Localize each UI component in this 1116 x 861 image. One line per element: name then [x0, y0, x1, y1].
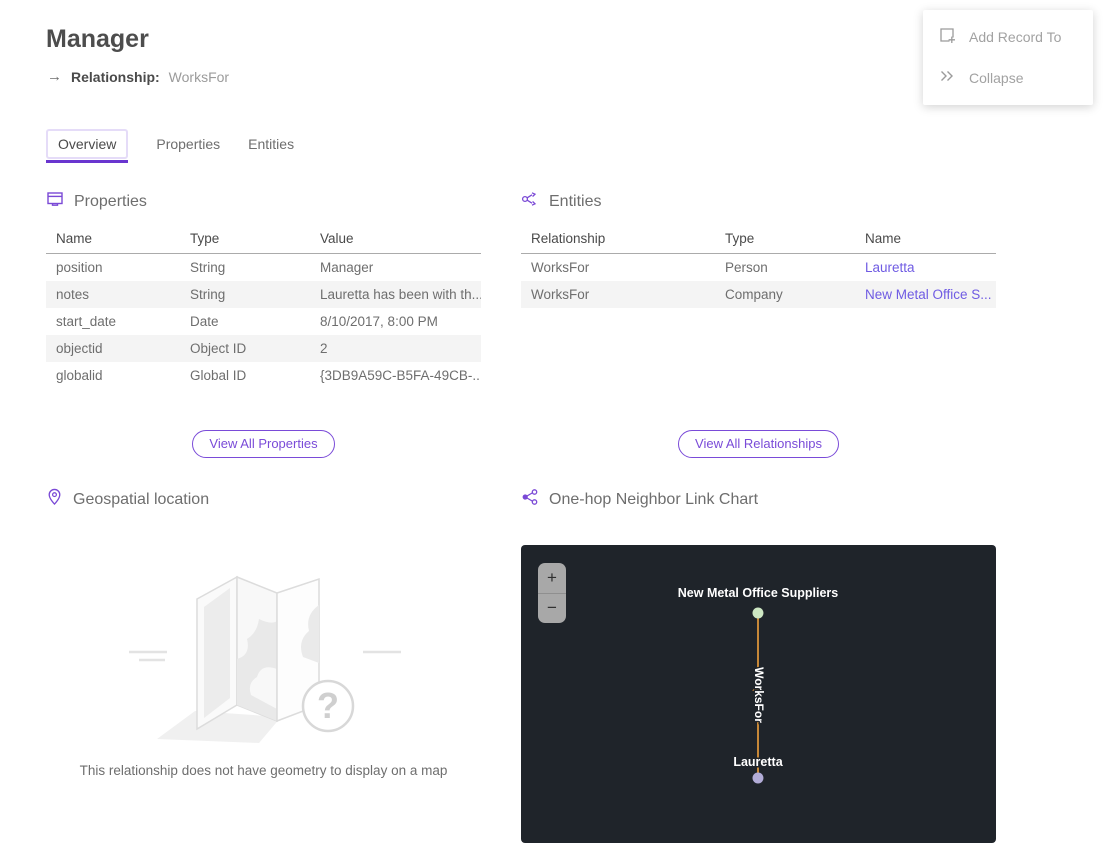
properties-action-row: View All Properties [46, 430, 481, 458]
menu-item-collapse[interactable]: Collapse [923, 57, 1093, 98]
tab-entities[interactable]: Entities [248, 130, 294, 158]
column-header: Type [180, 225, 310, 254]
table-row[interactable]: start_date Date 8/10/2017, 8:00 PM [46, 308, 481, 335]
entities-icon [521, 190, 539, 213]
no-geometry-map-placeholder: ? [46, 559, 481, 749]
menu-item-label: Collapse [969, 70, 1023, 86]
cell-name: notes [46, 281, 180, 308]
svg-text:?: ? [317, 685, 339, 726]
cell-value: 8/10/2017, 8:00 PM [310, 308, 481, 335]
cell-type: Date [180, 308, 310, 335]
properties-table: Name Type Value position String Manager … [46, 225, 481, 389]
entities-panel: Entities Relationship Type Name WorksFor… [521, 190, 996, 308]
entities-action-row: View All Relationships [521, 430, 996, 458]
zoom-out-button[interactable]: − [538, 594, 566, 624]
cell-name: globalid [46, 362, 180, 389]
cell-type: Company [715, 281, 855, 308]
menu-item-label: Add Record To [969, 29, 1061, 45]
link-chart-canvas[interactable]: WorksFor New Metal Office Suppliers Laur… [521, 545, 996, 843]
cell-value: Manager [310, 254, 481, 282]
link-chart-panel: One-hop Neighbor Link Chart WorksFor New… [521, 488, 996, 843]
menu-item-add-record-to[interactable]: Add Record To [923, 16, 1093, 57]
column-header: Name [46, 225, 180, 254]
geospatial-panel-title: Geospatial location [73, 491, 209, 509]
cell-type: String [180, 281, 310, 308]
column-header: Type [715, 225, 855, 254]
add-record-icon [938, 26, 956, 47]
column-header: Value [310, 225, 481, 254]
view-all-properties-button[interactable]: View All Properties [192, 430, 334, 458]
arrow-right-icon: → [47, 68, 62, 85]
tab-overview[interactable]: Overview [46, 129, 128, 159]
cell-type: String [180, 254, 310, 282]
breadcrumb-value: WorksFor [169, 69, 229, 85]
breadcrumb-label: Relationship: [71, 69, 160, 85]
cell-type: Global ID [180, 362, 310, 389]
properties-panel-header: Properties [46, 190, 481, 213]
cell-value: Lauretta has been with th... [310, 281, 481, 308]
tab-bar: Overview Properties Entities [46, 129, 294, 159]
link-chart-icon [521, 488, 539, 511]
column-header: Name [855, 225, 996, 254]
cell-name: objectid [46, 335, 180, 362]
table-row[interactable]: notes String Lauretta has been with th..… [46, 281, 481, 308]
cell-name: position [46, 254, 180, 282]
cell-type: Person [715, 254, 855, 282]
folded-map-illustration: ? [109, 559, 419, 744]
cell-relationship: WorksFor [521, 281, 715, 308]
no-geometry-message: This relationship does not have geometry… [46, 763, 481, 778]
properties-icon [46, 190, 64, 213]
zoom-control: + − [538, 563, 566, 623]
column-header: Relationship [521, 225, 715, 254]
view-all-relationships-button[interactable]: View All Relationships [678, 430, 839, 458]
geospatial-panel-header: Geospatial location [46, 488, 481, 511]
table-row[interactable]: globalid Global ID {3DB9A59C-B5FA-49CB-.… [46, 362, 481, 389]
node-label-person: Lauretta [733, 755, 783, 769]
node-company[interactable] [753, 608, 764, 619]
breadcrumb: → Relationship: WorksFor [47, 68, 229, 85]
link-chart-graph: WorksFor New Metal Office Suppliers Laur… [521, 545, 996, 843]
entities-panel-title: Entities [549, 193, 601, 211]
cell-value: 2 [310, 335, 481, 362]
table-row[interactable]: position String Manager [46, 254, 481, 282]
zoom-in-button[interactable]: + [538, 563, 566, 594]
entities-table: Relationship Type Name WorksFor Person L… [521, 225, 996, 308]
table-row[interactable]: objectid Object ID 2 [46, 335, 481, 362]
geospatial-panel: Geospatial location ? This relationship … [46, 488, 481, 778]
edge-label: WorksFor [752, 667, 766, 723]
tab-properties[interactable]: Properties [156, 130, 220, 158]
properties-panel-title: Properties [74, 193, 147, 211]
link-chart-panel-header: One-hop Neighbor Link Chart [521, 488, 996, 511]
entities-panel-header: Entities [521, 190, 996, 213]
entity-link-lauretta[interactable]: Lauretta [855, 254, 996, 282]
cell-type: Object ID [180, 335, 310, 362]
link-chart-panel-title: One-hop Neighbor Link Chart [549, 491, 758, 509]
table-row[interactable]: WorksFor Company New Metal Office S... [521, 281, 996, 308]
context-menu: Add Record To Collapse [923, 10, 1093, 105]
cell-relationship: WorksFor [521, 254, 715, 282]
properties-panel: Properties Name Type Value position Stri… [46, 190, 481, 389]
collapse-icon [938, 67, 956, 88]
map-pin-icon [46, 488, 63, 511]
node-person[interactable] [753, 773, 764, 784]
table-row[interactable]: WorksFor Person Lauretta [521, 254, 996, 282]
cell-value: {3DB9A59C-B5FA-49CB-... [310, 362, 481, 389]
page-title: Manager [46, 25, 149, 54]
cell-name: start_date [46, 308, 180, 335]
entity-link-new-metal-office[interactable]: New Metal Office S... [855, 281, 996, 308]
node-label-company: New Metal Office Suppliers [678, 586, 839, 600]
